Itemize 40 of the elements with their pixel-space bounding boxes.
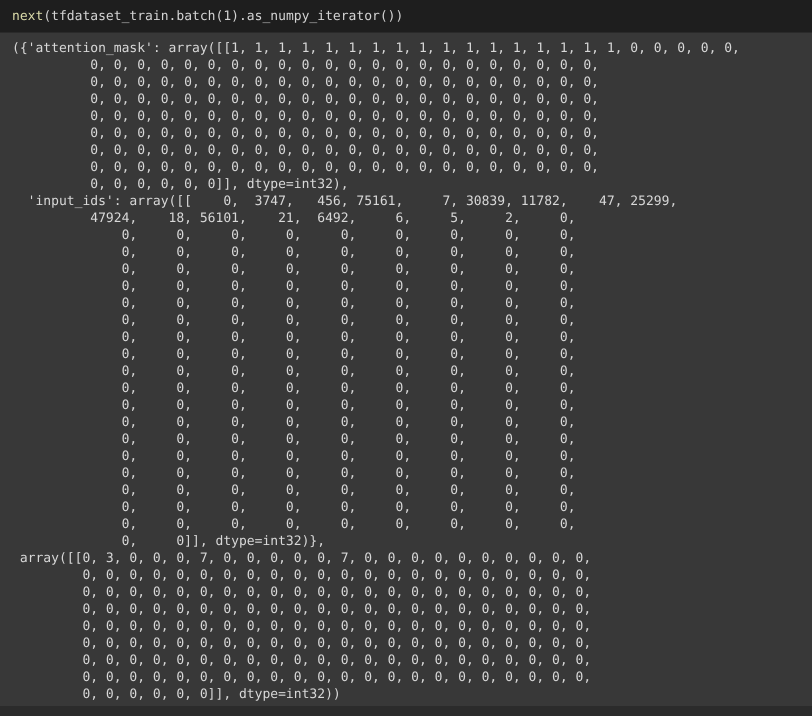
output-line: 0, 0, 0, 0, 0, 0, 0, 0, 0,	[120, 499, 576, 516]
output-line: 47924, 18, 56101, 21, 6492, 6, 5, 2, 0,	[89, 210, 576, 227]
output-line: 0, 0, 0, 0, 0, 0, 0, 0, 0,	[120, 244, 576, 261]
output-line: 0, 0, 0, 0, 0, 0, 0, 0, 0, 0, 0, 0, 0, 0, 0, 0, 0, 0, 0, 0, 0, 0,	[89, 57, 599, 74]
output-line: 'input_ids': array([[ 0, 3747, 456, 75161, 7, 30839, 11782, 47, 25299,	[26, 193, 678, 210]
output-line: 0, 0, 0, 0, 0, 0, 0, 0, 0,	[120, 312, 576, 329]
output-line: 0, 0, 0, 0, 0, 0, 0, 0, 0,	[120, 329, 576, 346]
output-line: 0, 0, 0, 0, 0, 0, 0, 0, 0,	[120, 380, 576, 397]
output-line: 0, 0, 0, 0, 0, 0, 0, 0, 0, 0, 0, 0, 0, 0, 0, 0, 0, 0, 0, 0, 0, 0,	[89, 91, 599, 108]
output-line: 0, 0, 0, 0, 0, 0, 0, 0, 0,	[120, 482, 576, 499]
output-line: 0, 0, 0, 0, 0, 0, 0, 0, 0,	[120, 261, 576, 278]
output-line: 0, 0, 0, 0, 0, 0, 0, 0, 0, 0, 0, 0, 0, 0, 0, 0, 0, 0, 0, 0, 0, 0,	[89, 74, 599, 91]
output-line: 0, 0, 0, 0, 0, 0, 0, 0, 0, 0, 0, 0, 0, 0, 0, 0, 0, 0, 0, 0, 0, 0,	[89, 108, 599, 125]
output-line: 0, 0, 0, 0, 0, 0]], dtype=int32))	[81, 686, 341, 703]
output-line: 0, 0, 0, 0, 0, 0, 0, 0, 0,	[120, 295, 576, 312]
output-line: 0, 0, 0, 0, 0, 0, 0, 0, 0,	[120, 397, 576, 414]
output-line: 0, 0, 0, 0, 0, 0, 0, 0, 0, 0, 0, 0, 0, 0, 0, 0, 0, 0, 0, 0, 0, 0,	[89, 142, 599, 159]
output-line: 0, 0, 0, 0, 0, 0, 0, 0, 0,	[120, 431, 576, 448]
output-line: 0, 0, 0, 0, 0, 0, 0, 0, 0, 0, 0, 0, 0, 0, 0, 0, 0, 0, 0, 0, 0, 0,	[81, 652, 592, 669]
output-line: 0, 0, 0, 0, 0, 0, 0, 0, 0,	[120, 516, 576, 533]
output-line: 0, 0, 0, 0, 0, 0, 0, 0, 0,	[120, 227, 576, 244]
output-line: 0, 0, 0, 0, 0, 0, 0, 0, 0, 0, 0, 0, 0, 0, 0, 0, 0, 0, 0, 0, 0, 0,	[89, 159, 599, 176]
output-line: 0, 0, 0, 0, 0, 0, 0, 0, 0,	[120, 363, 576, 380]
output-line: 0, 0, 0, 0, 0, 0, 0, 0, 0, 0, 0, 0, 0, 0, 0, 0, 0, 0, 0, 0, 0, 0,	[81, 584, 592, 601]
output-line: 0, 0, 0, 0, 0, 0, 0, 0, 0,	[120, 448, 576, 465]
code-cell[interactable]: next(tfdataset_train.batch(1).as_numpy_iterator())	[0, 0, 812, 33]
output-line: 0, 0, 0, 0, 0, 0, 0, 0, 0,	[120, 346, 576, 363]
output-line: array([[0, 3, 0, 0, 0, 7, 0, 0, 0, 0, 0, 7, 0, 0, 0, 0, 0, 0, 0, 0, 0, 0,	[18, 550, 592, 567]
output-line: 0, 0, 0, 0, 0, 0, 0, 0, 0, 0, 0, 0, 0, 0, 0, 0, 0, 0, 0, 0, 0, 0,	[81, 567, 592, 584]
output-line: 0, 0, 0, 0, 0, 0, 0, 0, 0,	[120, 414, 576, 431]
output-line: 0, 0, 0, 0, 0, 0, 0, 0, 0,	[120, 278, 576, 295]
output-line: 0, 0, 0, 0, 0, 0]], dtype=int32),	[89, 176, 349, 193]
output-line: 0, 0, 0, 0, 0, 0, 0, 0, 0, 0, 0, 0, 0, 0, 0, 0, 0, 0, 0, 0, 0, 0,	[81, 669, 592, 686]
output-line: ({'attention_mask': array([[1, 1, 1, 1, 1, 1, 1, 1, 1, 1, 1, 1, 1, 1, 1, 1, 1, 0, 0, 0, 0, 0,	[12, 40, 740, 57]
output-line: 0, 0, 0, 0, 0, 0, 0, 0, 0, 0, 0, 0, 0, 0, 0, 0, 0, 0, 0, 0, 0, 0,	[81, 635, 592, 652]
output-line: 0, 0, 0, 0, 0, 0, 0, 0, 0,	[120, 465, 576, 482]
output-line: 0, 0, 0, 0, 0, 0, 0, 0, 0, 0, 0, 0, 0, 0, 0, 0, 0, 0, 0, 0, 0, 0,	[81, 618, 592, 635]
output-line: 0, 0]], dtype=int32)},	[120, 533, 326, 550]
output-line: 0, 0, 0, 0, 0, 0, 0, 0, 0, 0, 0, 0, 0, 0, 0, 0, 0, 0, 0, 0, 0, 0,	[81, 601, 592, 618]
output-line: 0, 0, 0, 0, 0, 0, 0, 0, 0, 0, 0, 0, 0, 0, 0, 0, 0, 0, 0, 0, 0, 0,	[89, 125, 599, 142]
